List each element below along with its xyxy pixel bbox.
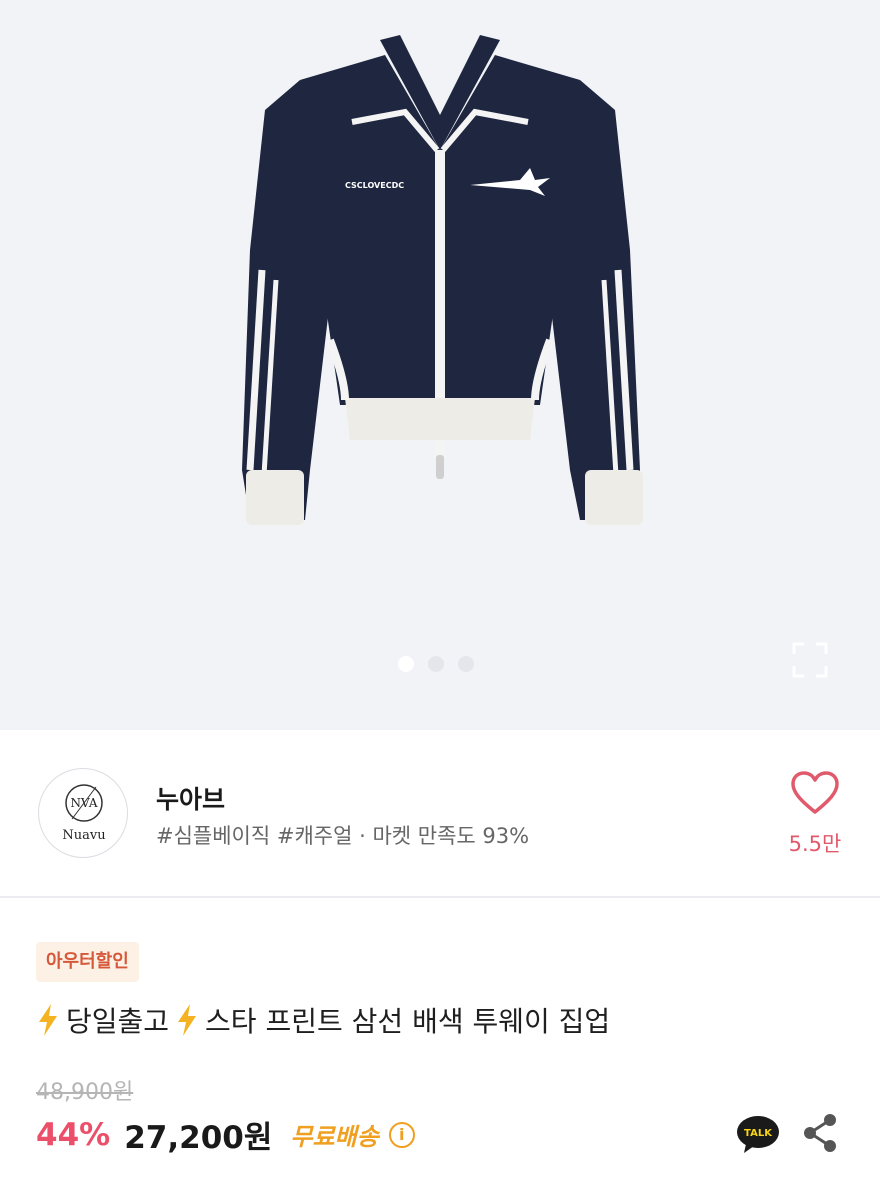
discount-rate: 44%	[36, 1116, 111, 1153]
original-price: 48,900원	[36, 1080, 134, 1105]
lightning-icon	[36, 1003, 60, 1037]
like-count: 5.5만	[788, 832, 842, 856]
seller-section: NVA Nuavu 누아브 #심플베이직 #캐주얼 · 마켓 만족도 93% 5…	[0, 730, 880, 898]
like-button[interactable]: 5.5만	[782, 770, 848, 858]
product-title-part1: 당일출고	[66, 1005, 170, 1038]
seller-tags: #심플베이직 #캐주얼 · 마켓 만족도 93%	[156, 824, 530, 848]
info-icon[interactable]: i	[388, 1121, 415, 1148]
seller-avatar[interactable]: NVA Nuavu	[38, 768, 128, 858]
promotion-badge: 아우터할인	[36, 942, 139, 982]
seller-logo-monogram: NVA	[70, 796, 97, 810]
seller-logo: NVA Nuavu	[62, 784, 106, 843]
product-title-part2: 스타 프린트 삼선 배색 투웨이 집업	[205, 1005, 611, 1038]
gallery-dot-2[interactable]	[428, 656, 444, 672]
sale-price: 27,200원	[124, 1120, 273, 1156]
gallery-dot-3[interactable]	[458, 656, 474, 672]
share-icon[interactable]	[800, 1112, 840, 1154]
product-image-gallery[interactable]: CSCLOVECDC	[0, 0, 880, 730]
seller-logo-text: Nuavu	[62, 828, 105, 843]
expand-icon[interactable]	[790, 640, 830, 680]
talk-label: TALK	[744, 1128, 773, 1139]
lightning-icon	[175, 1003, 199, 1037]
kakaotalk-icon[interactable]: TALK	[736, 1114, 780, 1154]
price-row: 44% 27,200원 무료배송 i	[36, 1112, 415, 1157]
seller-name[interactable]: 누아브	[156, 780, 225, 816]
heart-icon[interactable]	[790, 770, 840, 816]
free-shipping-label: 무료배송	[290, 1123, 379, 1151]
gallery-pagination	[398, 656, 474, 672]
product-title: 당일출고 스타 프린트 삼선 배색 투웨이 집업	[36, 1000, 616, 1040]
gallery-dot-1[interactable]	[398, 656, 414, 672]
product-image: CSCLOVECDC	[242, 35, 643, 525]
chest-logo-text: CSCLOVECDC	[345, 181, 404, 190]
